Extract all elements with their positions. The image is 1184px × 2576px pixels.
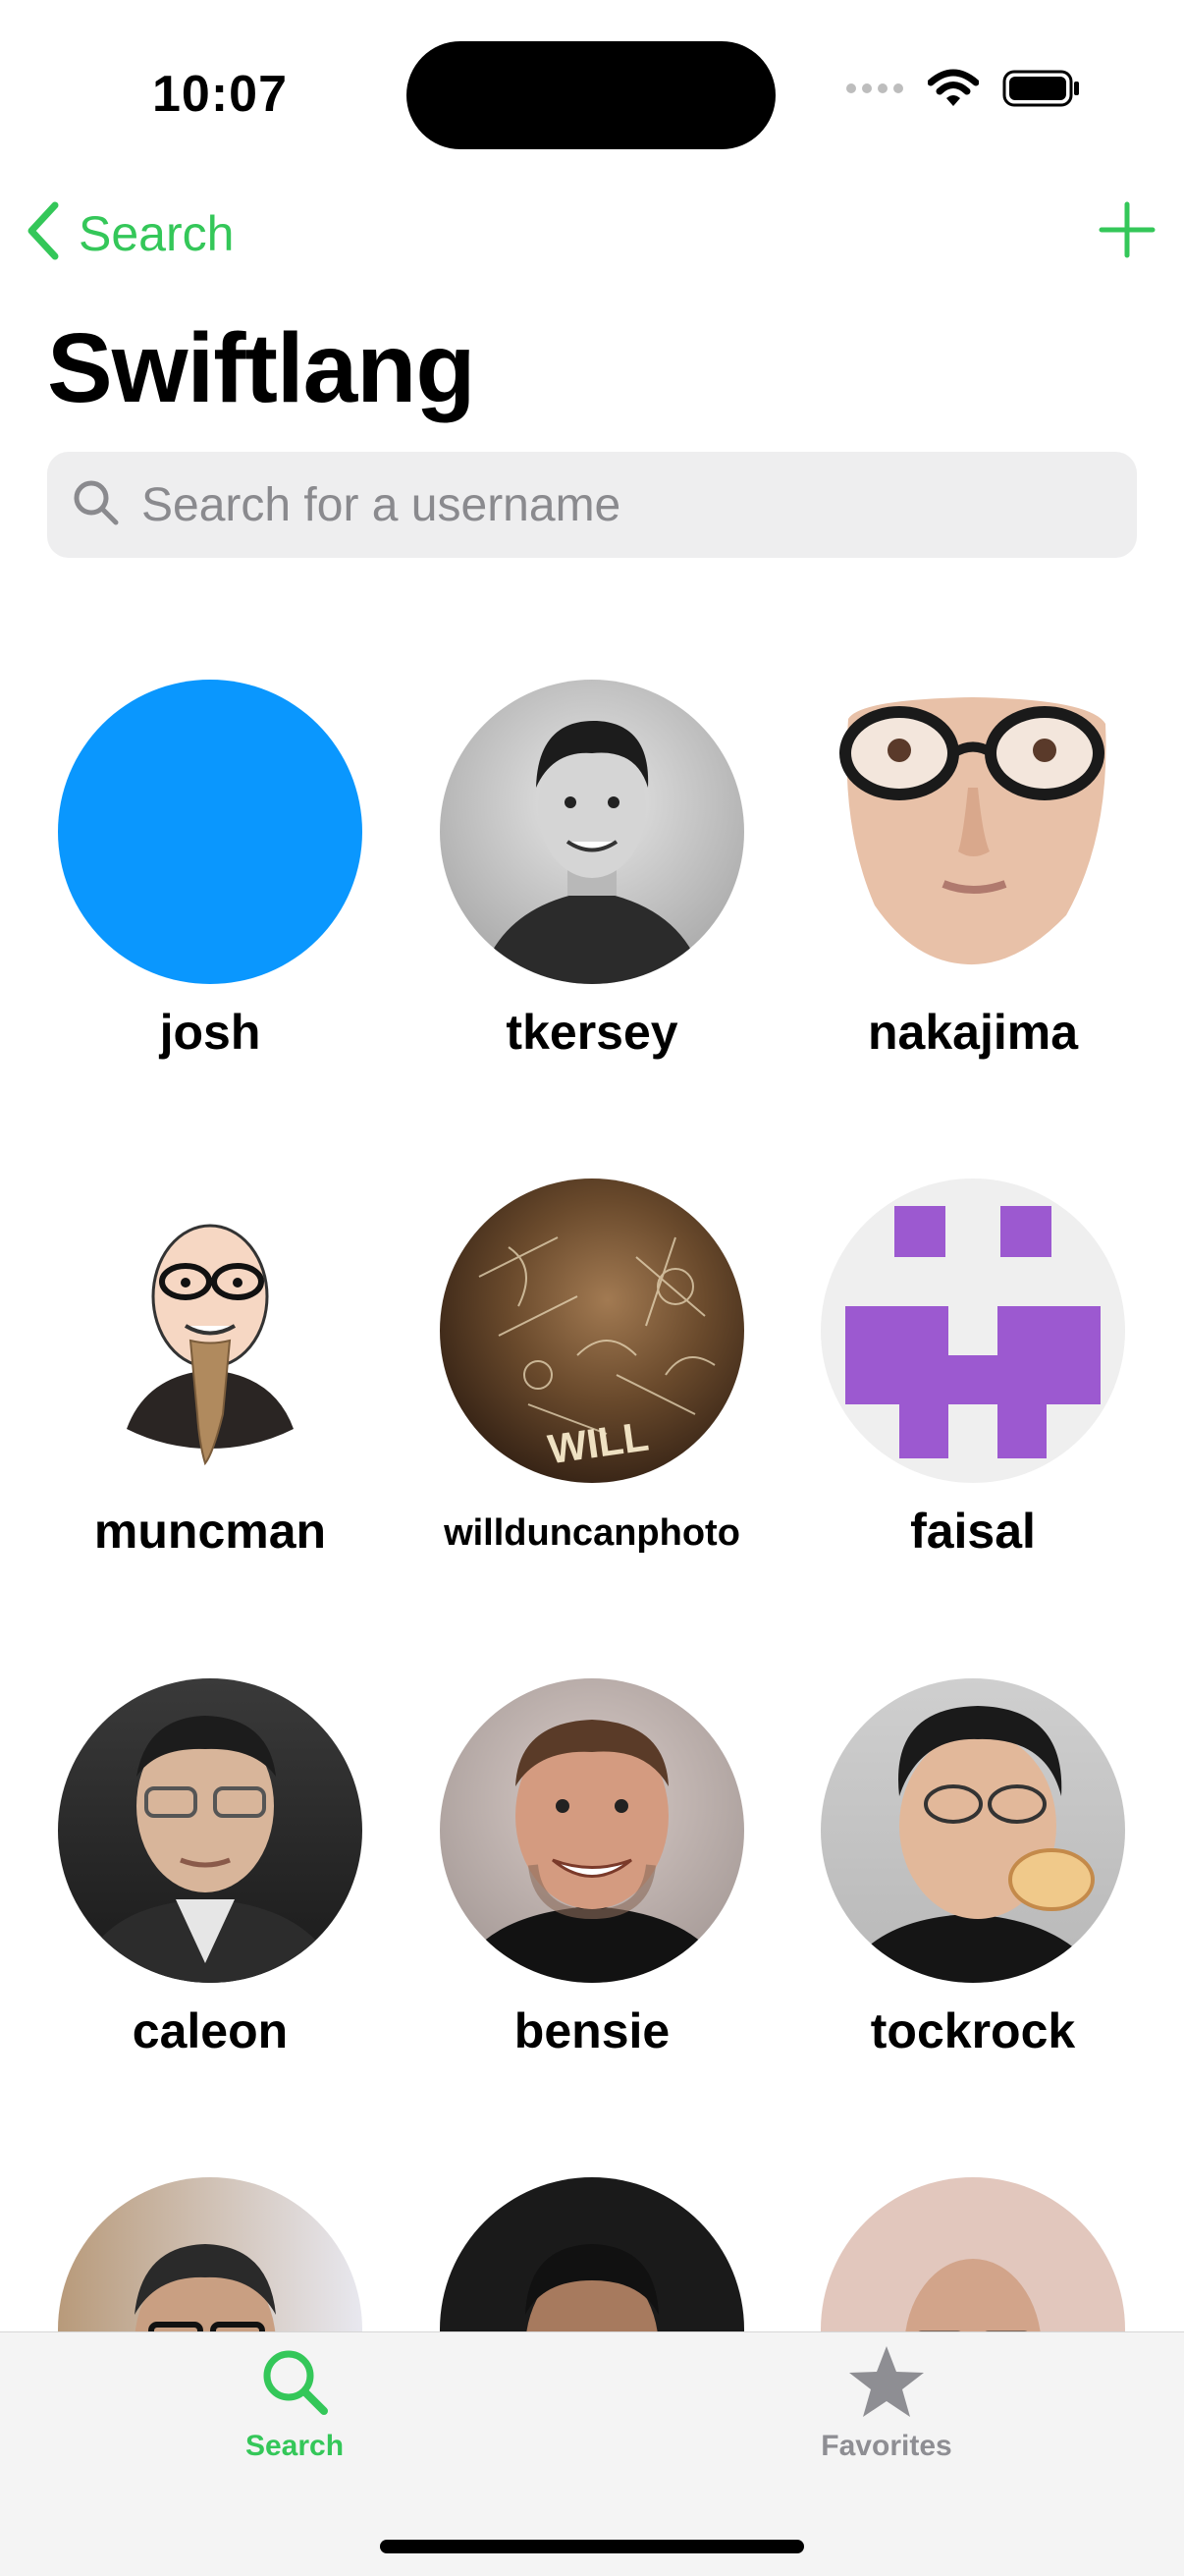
user-cell-tkersey[interactable]: tkersey (415, 680, 769, 1061)
avatar (821, 680, 1125, 984)
avatar (821, 2177, 1125, 2331)
user-cell[interactable] (415, 2177, 769, 2331)
tab-label: Favorites (821, 2430, 952, 2462)
username-label: tockrock (870, 2003, 1076, 2058)
user-cell-faisal[interactable]: faisal (796, 1178, 1150, 1560)
back-button-label: Search (79, 205, 235, 261)
svg-text:WILL: WILL (545, 1413, 651, 1473)
username-label: muncman (93, 1504, 327, 1559)
add-button[interactable] (1098, 200, 1157, 264)
avatar (821, 1178, 1125, 1483)
user-cell-muncman[interactable]: muncman (33, 1178, 387, 1560)
chevron-left-icon (26, 201, 61, 265)
avatar (58, 680, 362, 984)
plus-icon (1098, 201, 1157, 263)
avatar (440, 1678, 744, 1983)
tab-label: Search (244, 2430, 345, 2462)
home-indicator (380, 2540, 804, 2553)
navigation-bar: Search (0, 187, 1184, 275)
username-label: faisal (910, 1504, 1036, 1559)
avatar (821, 1678, 1125, 1983)
avatar (440, 680, 744, 984)
user-cell-nakajima[interactable]: nakajima (796, 680, 1150, 1061)
star-icon (847, 2346, 926, 2425)
user-cell-josh[interactable]: josh (33, 680, 387, 1061)
user-cell-bensie[interactable]: bensie (415, 1678, 769, 2059)
user-cell[interactable] (33, 2177, 387, 2331)
username-label: caleon (132, 2003, 289, 2058)
user-cell-willduncanphoto[interactable]: WILL willduncanphoto (415, 1178, 769, 1555)
search-bar[interactable] (47, 452, 1137, 558)
user-cell[interactable] (796, 2177, 1150, 2331)
search-icon (47, 477, 122, 533)
username-label: willduncanphoto (444, 1512, 740, 1554)
avatar (58, 2177, 362, 2331)
tab-favorites[interactable]: Favorites (739, 2342, 1034, 2463)
avatar: WILL (440, 1178, 744, 1483)
avatar (440, 2177, 744, 2331)
username-label: nakajima (867, 1005, 1078, 1060)
search-input[interactable] (139, 476, 1086, 533)
search-icon (255, 2350, 334, 2425)
tab-search[interactable]: Search (147, 2342, 442, 2463)
avatar (58, 1178, 362, 1483)
avatar (58, 1678, 362, 1983)
page-title: Swiftlang (47, 313, 475, 423)
back-button[interactable]: Search (26, 201, 234, 265)
user-cell-tockrock[interactable]: tockrock (796, 1678, 1150, 2059)
username-label: bensie (513, 2003, 671, 2058)
user-cell-caleon[interactable]: caleon (33, 1678, 387, 2059)
username-label: tkersey (506, 1005, 678, 1060)
username-label: josh (159, 1005, 261, 1060)
